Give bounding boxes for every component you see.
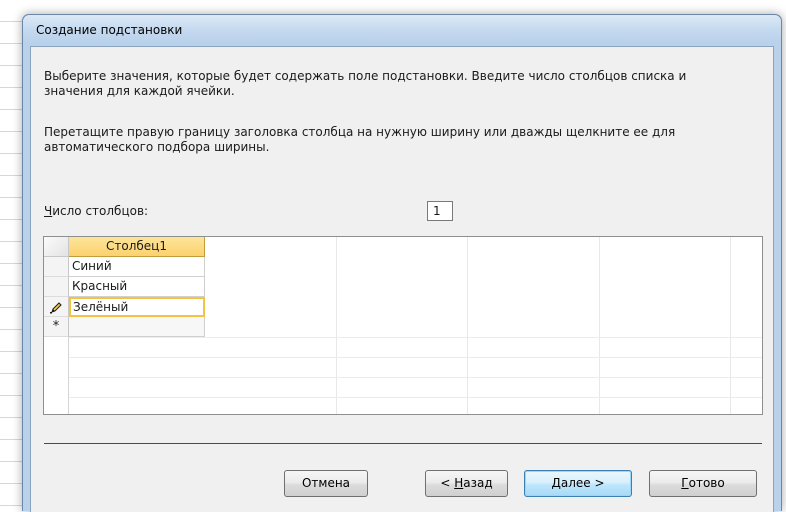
back-button[interactable]: < Назад: [425, 470, 508, 497]
grid-column-line: [336, 237, 337, 414]
grid-column-line: [599, 237, 600, 414]
dialog-title: Создание подстановки: [36, 23, 183, 37]
finish-button-label: отово: [688, 476, 725, 490]
back-button-mnemonic: Н: [454, 476, 464, 490]
instruction-text-values: Выберите значения, которые будет содержа…: [44, 69, 687, 98]
lookup-wizard-dialog: Создание подстановки Выберите значения, …: [22, 14, 782, 512]
footer-separator: [44, 443, 762, 444]
pencil-icon: [50, 302, 62, 314]
grid-row-line: [69, 357, 762, 358]
values-grid[interactable]: Столбец1 * Синий Красный Зелёный: [43, 236, 763, 415]
next-button[interactable]: Далее >: [524, 470, 632, 497]
title-bar[interactable]: Создание подстановки: [23, 15, 781, 43]
grid-column-line: [467, 237, 468, 414]
next-button-label: алее >: [560, 476, 605, 490]
finish-button-mnemonic: Г: [681, 476, 689, 490]
grid-cell[interactable]: Красный: [69, 277, 205, 297]
back-button-prefix: <: [440, 476, 455, 490]
column-count-input[interactable]: 1: [427, 201, 453, 221]
grid-row-line: [69, 397, 762, 398]
row-selector[interactable]: [44, 277, 69, 297]
next-button-mnemonic: Д: [551, 476, 561, 490]
grid-column-line: [730, 237, 731, 414]
back-button-label: азад: [463, 476, 493, 490]
grid-cell-new-row[interactable]: [69, 317, 205, 337]
select-all-corner[interactable]: [44, 237, 69, 257]
grid-cell[interactable]: Синий: [69, 257, 205, 277]
column-header-1[interactable]: Столбец1: [69, 237, 205, 257]
new-row-asterisk-icon[interactable]: *: [44, 317, 69, 337]
grid-row-line: [69, 377, 762, 378]
column-count-label-text: исло столбцов:: [52, 204, 149, 218]
column-count-label: Число столбцов:: [44, 204, 148, 218]
column-count-mnemonic: Ч: [44, 204, 53, 218]
finish-button[interactable]: Готово: [649, 470, 757, 497]
instruction-text-resize: Перетащите правую границу заголовка стол…: [44, 125, 676, 154]
row-selector[interactable]: [44, 257, 69, 277]
grid-row-line: [69, 337, 762, 338]
dialog-client-area: Выберите значения, которые будет содержа…: [30, 46, 774, 512]
row-selector-editing[interactable]: [44, 297, 69, 317]
grid-cell-active[interactable]: Зелёный: [69, 297, 205, 317]
cancel-button[interactable]: Отмена: [284, 470, 368, 497]
